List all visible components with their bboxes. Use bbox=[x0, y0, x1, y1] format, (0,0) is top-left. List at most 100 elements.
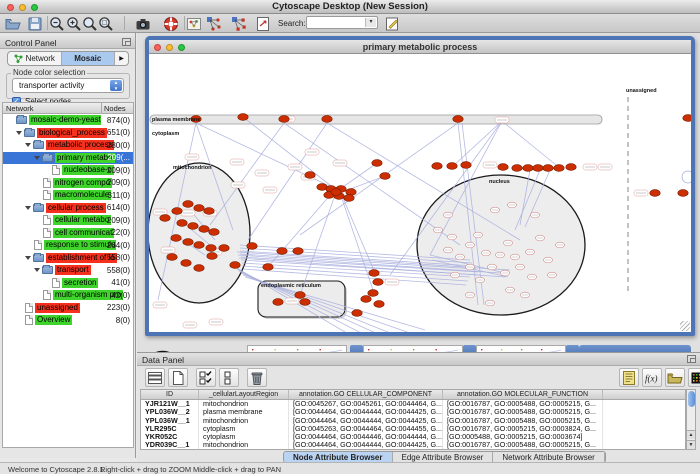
network-node[interactable] bbox=[167, 254, 177, 261]
table-cell[interactable]: [GO:0016787, GO:0005488, GO:0005215, G..… bbox=[443, 417, 603, 425]
network-node[interactable] bbox=[279, 116, 289, 123]
resize-grip[interactable] bbox=[680, 321, 690, 331]
network-node[interactable] bbox=[361, 296, 371, 303]
select-attributes-icon[interactable] bbox=[196, 368, 216, 387]
tree-row-macromolecule[interactable]: macromolecule311(0) bbox=[3, 189, 133, 202]
network-node[interactable] bbox=[183, 201, 193, 208]
table-cell[interactable]: YLR295C bbox=[141, 425, 199, 433]
table-cell[interactable]: [GO:0044464, GO:0044444, GO:0044425, G..… bbox=[289, 408, 443, 416]
network-node[interactable] bbox=[300, 299, 310, 306]
table-cell[interactable]: mitochondrion bbox=[199, 441, 289, 449]
help-ring-icon[interactable] bbox=[162, 15, 180, 32]
scroll-down-icon[interactable]: ▼ bbox=[687, 440, 695, 449]
table-cell[interactable]: [GO:0045263, GO:0044464, GO:0044455, G..… bbox=[289, 425, 443, 433]
network-node[interactable] bbox=[512, 165, 522, 172]
dropdown-stepper-icon[interactable]: ▲▼ bbox=[110, 80, 122, 91]
search-input[interactable]: ▾ bbox=[306, 16, 378, 29]
function-builder-icon[interactable]: f(x) bbox=[642, 368, 662, 387]
network-node[interactable] bbox=[199, 226, 209, 233]
chevron-down-icon[interactable]: ▾ bbox=[365, 18, 376, 27]
scrollbar-thumb[interactable] bbox=[688, 391, 695, 407]
network-node[interactable] bbox=[219, 245, 229, 252]
unselect-attributes-icon[interactable] bbox=[219, 368, 239, 387]
table-cell[interactable]: [GO:0044464, GO:0044444, GO:0044425, G..… bbox=[289, 441, 443, 449]
save-icon[interactable] bbox=[26, 15, 44, 32]
tree-row-multi-organism-pro[interactable]: multi-organism pro42(0) bbox=[3, 289, 133, 302]
network-node[interactable] bbox=[160, 215, 170, 222]
expand-arrow-icon[interactable] bbox=[34, 268, 40, 272]
network-node[interactable] bbox=[368, 290, 378, 297]
network-node[interactable] bbox=[230, 262, 240, 269]
network-node[interactable] bbox=[683, 115, 691, 122]
table-cell[interactable]: [GO:0016787, GO:0005215, GO:0003824, G..… bbox=[443, 425, 603, 433]
table-row[interactable]: YKR052Ccytoplasm[GO:0044464, GO:0044446,… bbox=[141, 433, 685, 441]
table-cell[interactable] bbox=[603, 417, 686, 425]
delete-attribute-icon[interactable] bbox=[247, 368, 267, 387]
column-header-_cellularLayoutRegion[interactable]: _cellularLayoutRegion bbox=[199, 390, 289, 399]
open-folder-icon[interactable] bbox=[4, 15, 22, 32]
table-cell[interactable] bbox=[603, 408, 686, 416]
network-node[interactable] bbox=[204, 208, 214, 215]
network-node[interactable] bbox=[273, 299, 283, 306]
tree-row-overview[interactable]: Overview8(0) bbox=[3, 314, 133, 327]
tree-row-secretion[interactable]: secretion41(0) bbox=[3, 277, 133, 290]
expand-arrow-icon[interactable] bbox=[16, 131, 22, 135]
network-node[interactable] bbox=[373, 279, 383, 286]
table-cell[interactable]: [GO:0044464, GO:0044444, GO:0044425, G..… bbox=[289, 417, 443, 425]
network-node[interactable] bbox=[498, 164, 508, 171]
zoom-selected-icon[interactable] bbox=[97, 15, 115, 32]
table-cell[interactable]: [GO:0016787, GO:0005488, GO:0005215, G..… bbox=[443, 400, 603, 408]
network-internal-window[interactable]: primary metabolic process plasma membran… bbox=[145, 36, 695, 336]
network-node[interactable] bbox=[346, 189, 356, 196]
snapshot-icon[interactable] bbox=[134, 15, 152, 32]
network-node[interactable] bbox=[380, 173, 390, 180]
network-node[interactable] bbox=[194, 205, 204, 212]
column-header-annotation.GO CELLULAR_COMPONENT[interactable]: annotation.GO CELLULAR_COMPONENT bbox=[289, 390, 443, 399]
zoom-out-icon[interactable] bbox=[48, 15, 66, 32]
node-color-dropdown[interactable]: transporter activity ▲▼ bbox=[12, 78, 124, 93]
network-node[interactable] bbox=[322, 116, 332, 123]
network-node[interactable] bbox=[177, 220, 187, 227]
network-node[interactable] bbox=[194, 242, 204, 249]
tree-row-metabolic-process[interactable]: metabolic process280(0) bbox=[3, 139, 133, 152]
network-node[interactable] bbox=[293, 248, 303, 255]
network-node[interactable] bbox=[183, 239, 193, 246]
tab-network[interactable]: Network bbox=[8, 52, 62, 65]
attribute-list-icon[interactable] bbox=[619, 368, 639, 387]
table-cell[interactable]: [GO:0016787, GO:0005488, GO:0005215, G..… bbox=[443, 441, 603, 449]
network-node[interactable] bbox=[247, 243, 257, 250]
table-cell[interactable]: mitochondrion bbox=[199, 417, 289, 425]
table-row[interactable]: YJR121W__1mitochondrion[GO:0045267, GO:0… bbox=[141, 400, 685, 408]
tree-row-establishment-of-lo[interactable]: establishment of lo558(0) bbox=[3, 252, 133, 265]
network-node[interactable] bbox=[372, 160, 382, 167]
tab-network-attribute-browser[interactable]: Network Attribute Browser bbox=[493, 452, 604, 462]
tab-mosaic[interactable]: Mosaic bbox=[62, 52, 116, 65]
tree-row-cellular-process[interactable]: cellular process614(0) bbox=[3, 202, 133, 215]
network-node[interactable] bbox=[171, 235, 181, 242]
tree-row-transport[interactable]: transport558(0) bbox=[3, 264, 133, 277]
table-cell[interactable]: cytoplasm bbox=[199, 425, 289, 433]
matrix-view-icon[interactable] bbox=[688, 368, 700, 387]
table-cell[interactable]: [GO:0005488, GO:0005215, GO:0003674] bbox=[443, 433, 603, 441]
annotation-tool-icon[interactable] bbox=[383, 15, 401, 32]
table-cell[interactable] bbox=[603, 425, 686, 433]
table-cell[interactable] bbox=[603, 400, 686, 408]
table-cell[interactable]: [GO:0045267, GO:0045261, GO:0044464, G..… bbox=[289, 400, 443, 408]
table-cell[interactable]: YPL036W__1 bbox=[141, 417, 199, 425]
expand-arrow-icon[interactable] bbox=[25, 143, 31, 147]
network-window-titlebar[interactable]: primary metabolic process bbox=[149, 40, 691, 54]
network-node[interactable] bbox=[447, 163, 457, 170]
tree-header[interactable]: Network Nodes bbox=[3, 103, 133, 114]
network-node[interactable] bbox=[352, 310, 362, 317]
network-node[interactable] bbox=[331, 189, 341, 196]
table-cell[interactable]: [GO:0044464, GO:0044446, GO:0044444, G..… bbox=[289, 433, 443, 441]
table-cell[interactable]: plasma membrane bbox=[199, 408, 289, 416]
attribute-table-header[interactable]: ID_cellularLayoutRegionannotation.GO CEL… bbox=[141, 390, 685, 400]
layout-red-icon[interactable] bbox=[230, 15, 248, 32]
network-node[interactable] bbox=[374, 301, 384, 308]
table-cell[interactable]: [GO:0016787, GO:0005488, GO:0005215, G..… bbox=[443, 408, 603, 416]
network-node[interactable] bbox=[461, 162, 471, 169]
tree-row-unassigned[interactable]: unassigned223(0) bbox=[3, 302, 133, 315]
float-panel-icon[interactable] bbox=[122, 38, 131, 46]
table-row[interactable]: YDR039C__1mitochondrion[GO:0044464, GO:0… bbox=[141, 441, 685, 449]
